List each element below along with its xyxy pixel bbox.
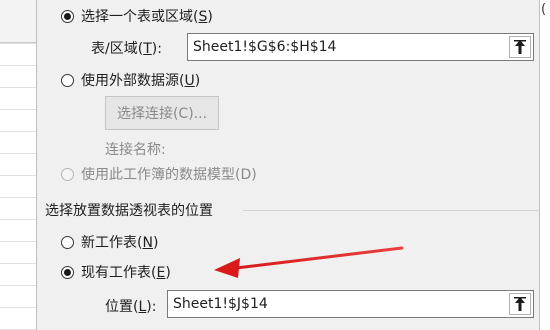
location-label: 位置(L): [105,299,157,315]
data-model-radio[interactable] [61,167,74,181]
select-table-option[interactable]: 选择一个表或区域(S) [61,6,213,26]
spreadsheet-header-strip [0,0,36,43]
location-input[interactable]: Sheet1!$J$14 [167,290,534,318]
existing-worksheet-option[interactable]: 现有工作表(E) [61,262,171,282]
partial-glyph: ( [541,2,547,17]
external-source-option[interactable]: 使用外部数据源(U) [61,70,200,90]
select-table-radio[interactable] [61,9,74,23]
new-worksheet-label: 新工作表(N) [81,235,159,251]
table-range-label: 表/区域(T): [91,41,162,57]
existing-worksheet-label: 现有工作表(E) [81,265,171,281]
select-table-label: 选择一个表或区域(S) [81,9,213,25]
background-right-strip: ( [540,0,550,330]
create-pivot-table-dialog: 选择一个表或区域(S) 表/区域(T): Sheet1!$G$6:$H$14 使… [36,0,541,330]
data-model-option[interactable]: 使用此工作簿的数据模型(D) [61,164,257,184]
range-picker-button[interactable] [509,36,531,58]
spreadsheet-background [0,0,36,330]
section-divider [243,210,541,211]
external-source-radio[interactable] [61,73,74,87]
placement-section-title: 选择放置数据透视表的位置 [45,203,213,219]
table-range-value: Sheet1!$G$6:$H$14 [193,39,337,55]
collapse-arrow-icon [514,40,526,54]
choose-connection-button[interactable]: 选择连接(C)... [105,96,219,130]
new-worksheet-option[interactable]: 新工作表(N) [61,232,158,252]
data-model-label: 使用此工作簿的数据模型(D) [81,167,257,183]
existing-worksheet-radio[interactable] [61,265,74,279]
location-value: Sheet1!$J$14 [173,296,268,312]
external-source-label: 使用外部数据源(U) [81,73,201,89]
connection-name-label: 连接名称: [105,142,166,158]
location-picker-button[interactable] [509,293,531,315]
new-worksheet-radio[interactable] [61,235,74,249]
collapse-arrow-icon [514,297,526,311]
table-range-input[interactable]: Sheet1!$G$6:$H$14 [187,33,534,61]
